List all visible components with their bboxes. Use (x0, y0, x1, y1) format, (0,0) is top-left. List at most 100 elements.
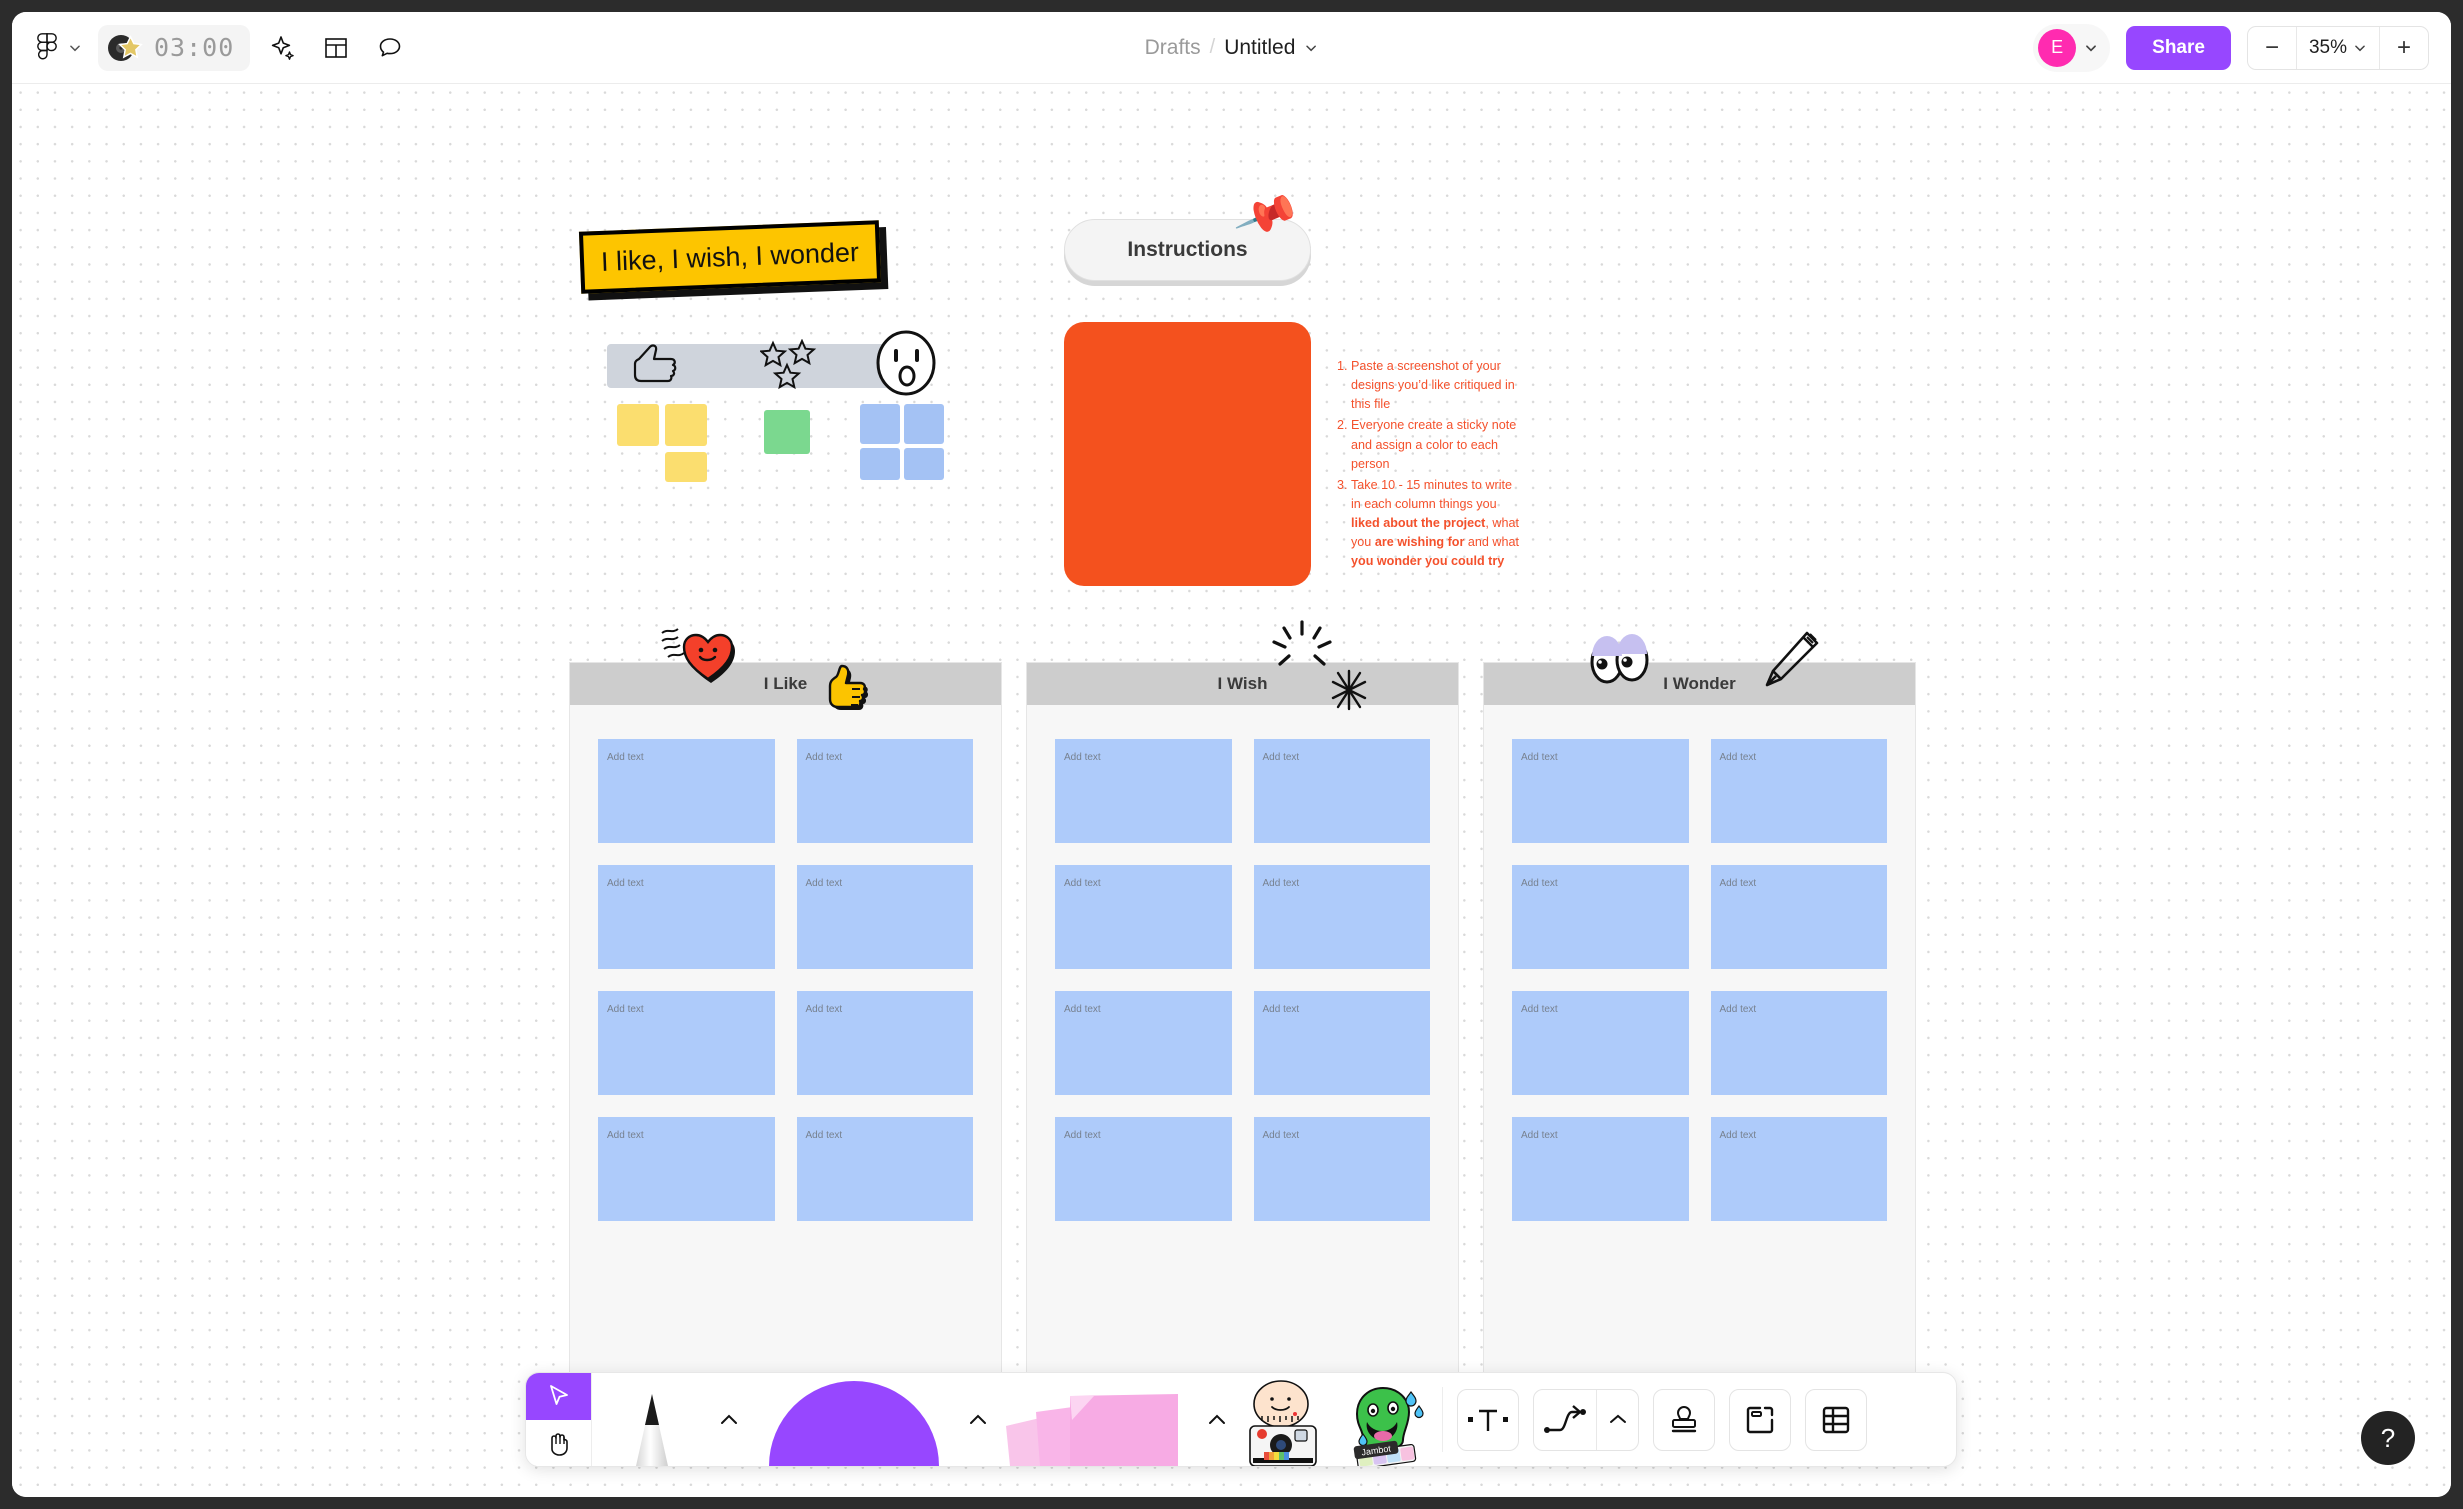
sticky-note[interactable]: Add text (796, 739, 973, 843)
shape-options-caret[interactable] (961, 1373, 995, 1466)
swatch-yellow[interactable] (665, 404, 707, 446)
chevron-up-icon (1609, 1414, 1626, 1423)
avatar: E (2038, 28, 2077, 67)
swatch-yellow[interactable] (617, 404, 659, 446)
main-menu-button[interactable] (34, 32, 82, 63)
sticky-note[interactable]: Add text (598, 739, 775, 843)
sticky-note[interactable]: Add text (1710, 739, 1887, 843)
sticky-note[interactable]: Add text (1512, 865, 1689, 969)
text-T-icon (1468, 1409, 1508, 1431)
jambot-icon: Jambot (1353, 1386, 1424, 1466)
bottom-toolbar: Jambot (525, 1372, 1957, 1467)
sticky-note[interactable]: Add text (1253, 991, 1430, 1095)
sticky-note[interactable]: Add text (1710, 865, 1887, 969)
column-i-like[interactable]: I Like Add text Add text Add text Add te… (569, 662, 1002, 1396)
sticky-note[interactable]: Add text (598, 991, 775, 1095)
sticky-note-tool[interactable] (995, 1373, 1200, 1466)
breadcrumb-parent[interactable]: Drafts (1145, 36, 1201, 60)
sticky-note[interactable]: Add text (796, 865, 973, 969)
connector-options-caret[interactable] (1596, 1389, 1638, 1450)
timer-value: 03:00 (154, 33, 235, 62)
column-notes-grid: Add text Add text Add text Add text Add … (570, 705, 1001, 1255)
sticky-note[interactable]: Add text (796, 1117, 973, 1221)
sticky-note[interactable]: Add text (1055, 991, 1232, 1095)
frame-icon (1746, 1406, 1774, 1433)
pen-options-caret[interactable] (712, 1373, 746, 1466)
shape-tool[interactable] (746, 1373, 961, 1466)
page-title[interactable]: Untitled (1224, 36, 1295, 60)
avatar-group[interactable]: E (2033, 23, 2111, 72)
sticky-note[interactable]: Add text (1055, 1117, 1232, 1221)
board-title-banner[interactable]: I like, I wish, I wonder (578, 220, 882, 294)
connector-tool[interactable] (1534, 1390, 1596, 1450)
chevron-down-icon[interactable] (1304, 41, 1318, 55)
column-header: I Wonder (1484, 663, 1915, 705)
instruction-item: Everyone create a sticky note and assign… (1351, 416, 1524, 473)
music-star-icon (106, 31, 148, 65)
legend-strip[interactable] (607, 344, 927, 388)
figma-logo-icon (37, 32, 57, 59)
camera-sticker-icon (1248, 1380, 1317, 1466)
pen-icon (636, 1394, 668, 1466)
column-i-wonder[interactable]: I Wonder Add text Add text Add text Add … (1483, 662, 1916, 1396)
chevron-down-icon (2086, 44, 2097, 51)
sticky-note[interactable]: Add text (1512, 739, 1689, 843)
pen-tool[interactable] (592, 1373, 712, 1466)
share-button[interactable]: Share (2126, 25, 2231, 70)
sticky-note-icon (1005, 1394, 1178, 1466)
layout-template-icon[interactable] (314, 26, 358, 70)
legend-swatches (607, 404, 947, 494)
instructions-button-label: Instructions (1127, 238, 1248, 261)
sticky-note[interactable]: Add text (598, 1117, 775, 1221)
column-title: I Like (763, 674, 808, 693)
sticky-note[interactable]: Add text (1512, 991, 1689, 1095)
sticky-note[interactable]: Add text (1253, 865, 1430, 969)
sticky-note[interactable]: Add text (598, 865, 775, 969)
frame-tool[interactable] (1729, 1388, 1791, 1451)
connector-tool-group (1533, 1388, 1639, 1451)
sticky-options-caret[interactable] (1200, 1373, 1234, 1466)
sticky-note[interactable]: Add text (1055, 739, 1232, 843)
toolbar-right-group: E Share − 35% + (2033, 23, 2451, 72)
sticky-note[interactable]: Add text (1253, 739, 1430, 843)
breadcrumb-separator: / (1209, 36, 1216, 58)
instructions-text: Paste a screenshot of your designs you’d… (1334, 357, 1524, 574)
text-tool[interactable] (1457, 1388, 1519, 1451)
sticky-note[interactable]: Add text (796, 991, 973, 1095)
swatch-blue[interactable] (904, 448, 944, 480)
sticky-note[interactable]: Add text (1710, 1117, 1887, 1221)
figjam-app-window: 03:00 Drafts / Untitled E Share − 35% + … (12, 12, 2451, 1497)
swatch-yellow[interactable] (665, 452, 707, 482)
column-i-wish[interactable]: I Wish Add text Add text Add text Add te… (1026, 662, 1459, 1396)
cursor-arrow-icon[interactable] (526, 1373, 591, 1420)
chevron-down-icon (2355, 44, 2365, 51)
table-tool[interactable] (1805, 1388, 1867, 1451)
sticky-note[interactable]: Add text (1253, 1117, 1430, 1221)
canvas[interactable]: I like, I wish, I wonder Instructions 📌 … (12, 84, 2451, 1497)
jambot-tool[interactable]: Jambot (1334, 1373, 1434, 1466)
help-button[interactable]: ? (2361, 1411, 2415, 1465)
instruction-item: Take 10 - 15 minutes to write in each co… (1351, 476, 1524, 572)
swatch-blue[interactable] (904, 404, 944, 444)
screenshot-placeholder-block[interactable] (1064, 322, 1311, 586)
ai-sparkle-icon[interactable] (260, 26, 304, 70)
stamp-tool[interactable] (1653, 1388, 1715, 1451)
camera-sticker-tool[interactable] (1234, 1373, 1334, 1466)
breadcrumb: Drafts / Untitled (1145, 36, 1319, 60)
zoom-level-dropdown[interactable]: 35% (2295, 26, 2380, 69)
chevron-up-icon (970, 1414, 986, 1424)
timer-widget[interactable]: 03:00 (98, 24, 251, 71)
hand-icon[interactable] (526, 1419, 591, 1466)
comment-bubble-icon[interactable] (368, 26, 412, 70)
zoom-out-button[interactable]: − (2248, 27, 2296, 69)
column-notes-grid: Add text Add text Add text Add text Add … (1484, 705, 1915, 1255)
sticky-note[interactable]: Add text (1055, 865, 1232, 969)
select-tool-group (526, 1373, 592, 1466)
swatch-blue[interactable] (860, 448, 900, 480)
sticky-note[interactable]: Add text (1512, 1117, 1689, 1221)
column-notes-grid: Add text Add text Add text Add text Add … (1027, 705, 1458, 1255)
swatch-green[interactable] (764, 410, 810, 454)
sticky-note[interactable]: Add text (1710, 991, 1887, 1095)
swatch-blue[interactable] (860, 404, 900, 444)
zoom-in-button[interactable]: + (2380, 27, 2428, 69)
